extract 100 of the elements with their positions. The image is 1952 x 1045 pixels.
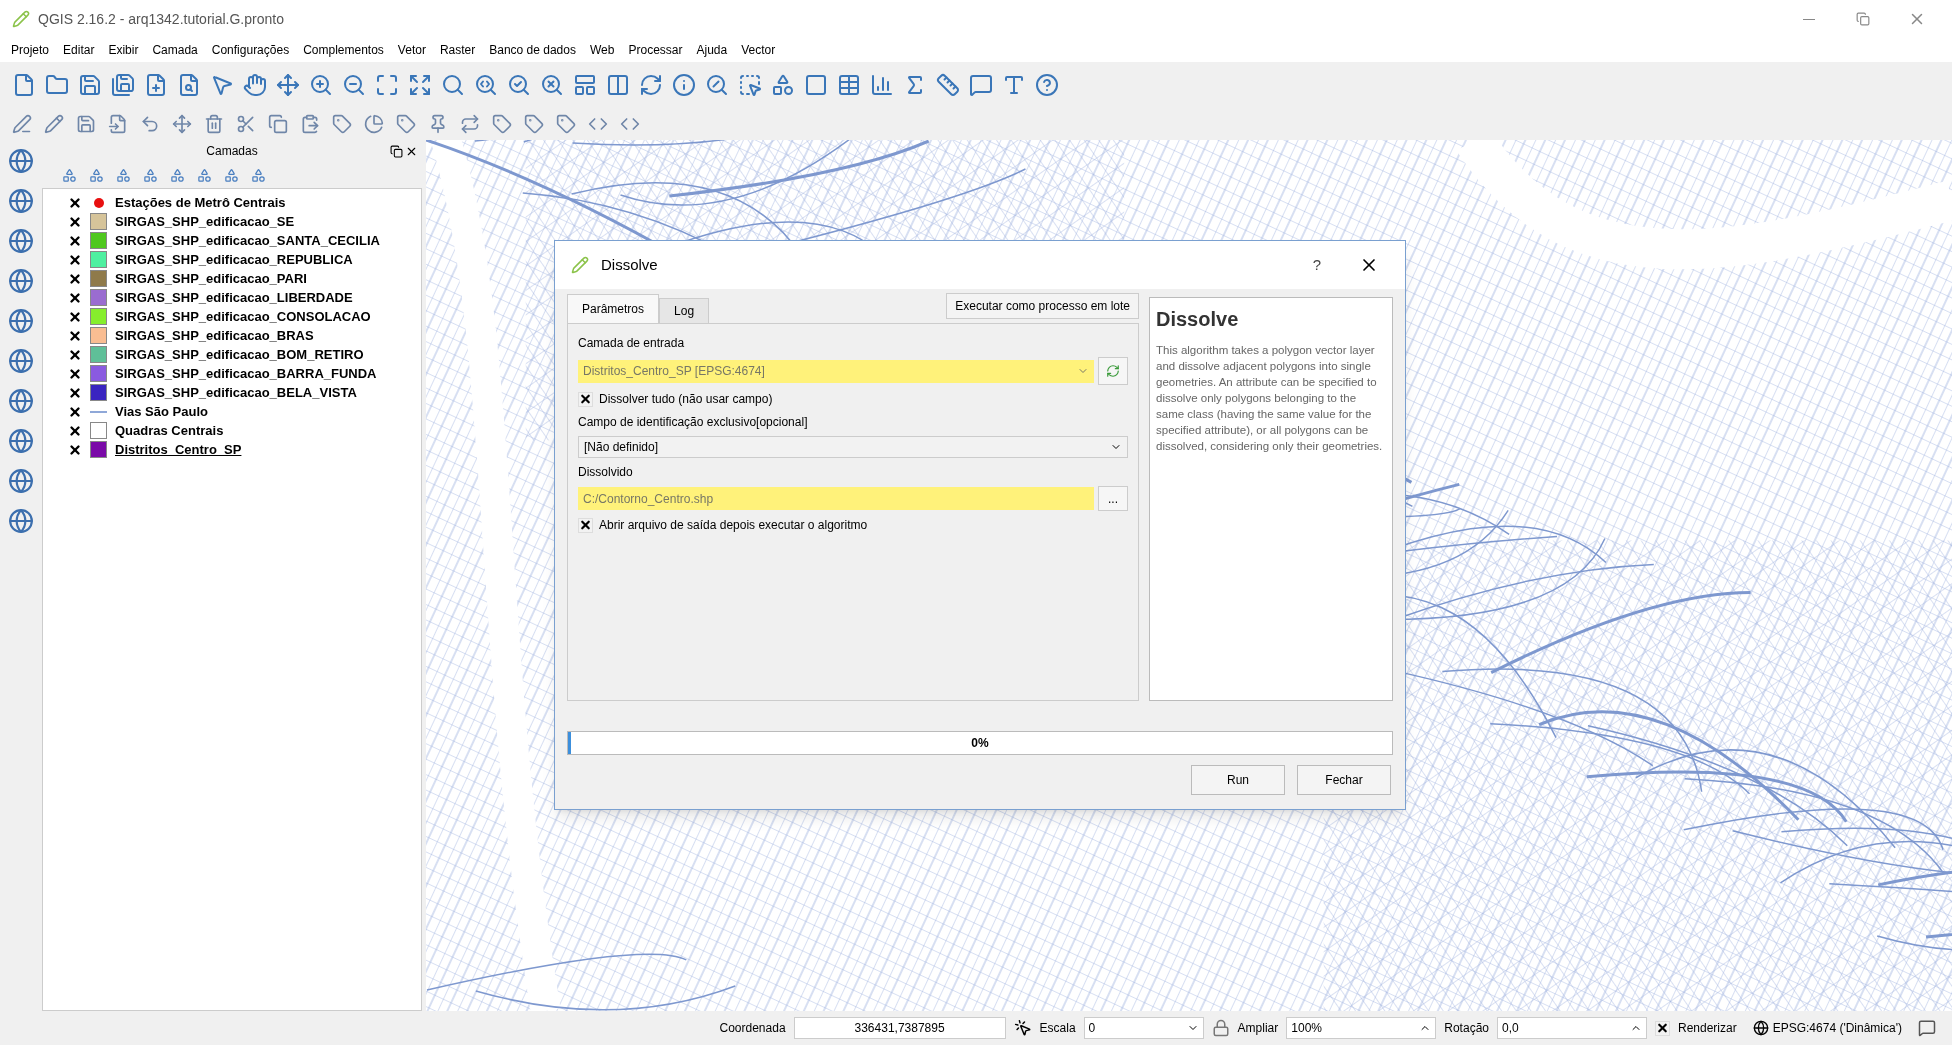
browse-button[interactable]: ... <box>1098 486 1128 511</box>
layer-name[interactable]: SIRGAS_SHP_edificacao_BARRA_FUNDA <box>115 363 377 384</box>
zoom-out-icon[interactable] <box>342 73 366 97</box>
text-icon[interactable] <box>1002 73 1026 97</box>
layer-name[interactable]: SIRGAS_SHP_edificacao_CONSOLACAO <box>115 306 371 327</box>
annotation-icon[interactable] <box>969 73 993 97</box>
menu-item[interactable]: Editar <box>56 41 102 59</box>
layer-dropdown[interactable]: Distritos_Centro_SP [EPSG:4674] <box>578 359 1094 383</box>
help-title: Dissolve <box>1156 307 1240 332</box>
layer-name[interactable]: Estações de Metrô Centrais <box>115 192 286 213</box>
rotation-spinbox[interactable]: 0,0 <box>1497 1017 1647 1039</box>
pan-icon[interactable] <box>243 73 267 97</box>
tab[interactable]: Log <box>659 298 710 323</box>
panel-title: Camadas <box>206 143 258 160</box>
scissors-icon[interactable] <box>236 114 256 134</box>
field-dropdown[interactable]: [Não definido] <box>578 436 1128 458</box>
dialog-button[interactable]: Run <box>1191 765 1285 795</box>
menu-item[interactable]: Ajuda <box>689 41 735 59</box>
save-icon[interactable] <box>78 73 102 97</box>
window-title: QGIS 2.16.2 - arq1342.tutorial.G.pronto <box>38 9 284 29</box>
move-arrows-icon[interactable] <box>276 73 300 97</box>
tab[interactable]: Parâmetros <box>567 294 660 323</box>
menu-item[interactable]: Complementos <box>296 41 391 59</box>
checkbox[interactable] <box>578 517 593 533</box>
dialog-button[interactable]: Fechar <box>1297 765 1391 795</box>
copy-icon[interactable] <box>268 114 288 134</box>
layer-name[interactable]: Vias São Paulo <box>115 401 208 422</box>
deselect-icon[interactable] <box>804 73 828 97</box>
iterate-button[interactable] <box>1098 357 1128 385</box>
layer-name[interactable]: SIRGAS_SHP_edificacao_SANTA_CECILIA <box>115 230 380 251</box>
output-file-field[interactable]: C:/Contorno_Centro.shp <box>578 487 1094 510</box>
batch-process-button[interactable]: Executar como processo em lote <box>946 293 1139 319</box>
magnifier-label: Ampliar <box>1237 1020 1279 1037</box>
field-label: Dissolvido <box>578 464 634 481</box>
select-icon[interactable] <box>738 73 762 97</box>
ruler-icon[interactable] <box>936 73 960 97</box>
menu-item[interactable]: Vector <box>734 41 783 59</box>
checkbox-label: Abrir arquivo de saída depois executar o algoritmo <box>599 517 868 534</box>
app-logo-icon <box>12 10 30 28</box>
help-button[interactable]: ? <box>1297 253 1337 277</box>
attribute-table-icon[interactable] <box>837 73 861 97</box>
layer-name[interactable]: SIRGAS_SHP_edificacao_SE <box>115 211 295 232</box>
menu-item[interactable]: Exibir <box>101 41 146 59</box>
scale-label: Escala <box>1039 1020 1076 1037</box>
messages-icon[interactable] <box>1918 1019 1936 1037</box>
coordinate-field[interactable]: 336431,7387895 <box>793 1017 1006 1039</box>
delete-icon[interactable] <box>204 114 224 134</box>
help-text: This algorithm takes a polygon vector layer and dissolve adjacent polygons into single geometries. An attribute can be specified to dissolve only polygons belonging to the same class (having the same value for the specified attribute), or all polygons can be dissolved, considering only their geometries. <box>1156 343 1384 454</box>
pencil-icon[interactable] <box>44 114 64 134</box>
new-file-icon[interactable] <box>12 73 36 97</box>
checkbox-label: Dissolver tudo (não usar campo) <box>599 391 773 408</box>
minimize-icon <box>1803 18 1815 20</box>
folder-icon[interactable] <box>45 73 69 97</box>
save-edits-icon[interactable] <box>76 114 96 134</box>
pointer-icon[interactable] <box>210 73 234 97</box>
rotation-label: Rotação <box>1444 1020 1489 1037</box>
refresh-icon[interactable] <box>639 73 663 97</box>
menu-item[interactable]: Banco de dados <box>482 41 583 59</box>
layer-name[interactable]: Quadras Centrais <box>115 420 224 441</box>
progress-reading: 0% <box>971 735 989 752</box>
edit-icon[interactable] <box>12 114 32 134</box>
float-icon[interactable] <box>390 144 403 158</box>
menu-item[interactable]: Processar <box>621 41 690 59</box>
menu-item[interactable]: Configurações <box>204 41 297 59</box>
menu-item[interactable]: Camada <box>145 41 205 59</box>
menu-item[interactable]: Vetor <box>390 41 433 59</box>
menu-item[interactable]: Projeto <box>4 41 57 59</box>
zoom-full-icon[interactable] <box>408 73 432 97</box>
save-as-icon[interactable] <box>111 73 135 97</box>
diagram-icon[interactable] <box>364 114 384 134</box>
menu-item[interactable]: Raster <box>432 41 483 59</box>
layer-name[interactable]: SIRGAS_SHP_edificacao_REPUBLICA <box>115 249 353 270</box>
scale-dropdown[interactable]: 0 <box>1083 1017 1204 1039</box>
layer-name[interactable]: SIRGAS_SHP_edificacao_BOM_RETIRO <box>115 344 364 365</box>
help-icon[interactable] <box>1035 73 1059 97</box>
layer-name[interactable]: SIRGAS_SHP_edificacao_BELA_VISTA <box>115 382 357 403</box>
checkbox[interactable] <box>578 391 593 407</box>
zoom-selection-icon[interactable] <box>441 73 465 97</box>
paste-icon[interactable] <box>300 114 320 134</box>
magnifier-spinbox[interactable]: 100% <box>1286 1017 1437 1039</box>
identify-icon[interactable] <box>672 73 696 97</box>
move-feature-icon[interactable] <box>172 114 192 134</box>
label-icon[interactable] <box>332 114 352 134</box>
layer-name[interactable]: Distritos_Centro_SP <box>115 439 242 460</box>
checkbox[interactable] <box>1655 1020 1670 1036</box>
layer-name[interactable]: SIRGAS_SHP_edificacao_PARI <box>115 268 307 289</box>
maximize-icon <box>1856 12 1870 26</box>
layer-name[interactable]: SIRGAS_SHP_edificacao_LIBERDADE <box>115 287 353 308</box>
layer-name[interactable]: SIRGAS_SHP_edificacao_BRAS <box>115 325 314 346</box>
field-label: Camada de entrada <box>578 335 686 352</box>
pin-icon[interactable] <box>428 114 448 134</box>
iterate-icon <box>1106 364 1120 378</box>
app-logo-icon <box>571 256 589 274</box>
field-label: Campo de identificação exclusivo[opcional] <box>578 414 809 431</box>
menu-item[interactable]: Web <box>583 41 622 59</box>
crs-button[interactable]: EPSG:4674 ('Dinâmica') <box>1744 1019 1910 1037</box>
render-label: Renderizar <box>1678 1020 1737 1037</box>
statistics-icon[interactable] <box>870 73 894 97</box>
zoom-in-icon[interactable] <box>309 73 333 97</box>
lock-icon[interactable] <box>1211 1019 1230 1037</box>
